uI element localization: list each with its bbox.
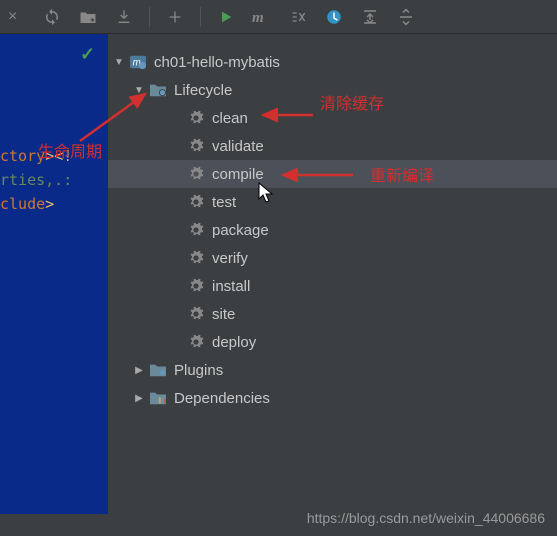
- tree-lifecycle[interactable]: ▼ Lifecycle: [108, 76, 557, 104]
- code-text: <!: [54, 147, 72, 165]
- m-icon[interactable]: m: [251, 6, 273, 28]
- goal-label: clean: [212, 110, 248, 127]
- goal-clean[interactable]: clean: [108, 104, 557, 132]
- code-text: rties,.:: [0, 171, 72, 189]
- gear-icon: [186, 306, 206, 322]
- chevron-down-icon[interactable]: ▼: [112, 57, 126, 68]
- download-icon[interactable]: [113, 6, 135, 28]
- chevron-right-icon[interactable]: ▶: [132, 393, 146, 404]
- goal-test[interactable]: test: [108, 188, 557, 216]
- maven-panel: ▼ m ch01-hello-mybatis ▼ Lifecycle clean…: [108, 34, 557, 536]
- gear-icon: [186, 110, 206, 126]
- goal-label: verify: [212, 250, 248, 267]
- collapse-icon[interactable]: [359, 6, 381, 28]
- tree-label: Dependencies: [174, 390, 270, 407]
- refresh-icon[interactable]: [41, 6, 63, 28]
- goal-package[interactable]: package: [108, 216, 557, 244]
- goal-install[interactable]: install: [108, 272, 557, 300]
- svg-text:m: m: [252, 10, 264, 25]
- offline-icon[interactable]: [323, 6, 345, 28]
- gear-icon: [186, 278, 206, 294]
- gear-icon: [186, 138, 206, 154]
- goal-label: install: [212, 278, 250, 295]
- goal-verify[interactable]: verify: [108, 244, 557, 272]
- maven-module-icon: m: [128, 54, 148, 70]
- goal-label: site: [212, 306, 235, 323]
- tree-label: Plugins: [174, 362, 223, 379]
- tree-plugins[interactable]: ▶ Plugins: [108, 356, 557, 384]
- tree-label: ch01-hello-mybatis: [154, 54, 280, 71]
- goal-label: package: [212, 222, 269, 239]
- code-text: ctory: [0, 147, 45, 165]
- gear-icon: [186, 222, 206, 238]
- goal-deploy[interactable]: deploy: [108, 328, 557, 356]
- skip-tests-icon[interactable]: [287, 6, 309, 28]
- editor-fragment: ctory><! rties,.: clude>: [0, 34, 108, 514]
- add-icon[interactable]: [164, 6, 186, 28]
- gear-icon: [186, 334, 206, 350]
- folder-gear-icon[interactable]: [77, 6, 99, 28]
- tree-root[interactable]: ▼ m ch01-hello-mybatis: [108, 48, 557, 76]
- goal-label: deploy: [212, 334, 256, 351]
- gear-icon: [186, 250, 206, 266]
- close-icon[interactable]: ×: [8, 8, 17, 26]
- maven-tree: ▼ m ch01-hello-mybatis ▼ Lifecycle clean…: [108, 48, 557, 412]
- maven-toolbar: × m: [0, 0, 557, 34]
- gear-icon: [186, 166, 206, 182]
- watermark: https://blog.csdn.net/weixin_44006686: [307, 510, 545, 526]
- code-text: >: [45, 195, 54, 213]
- folder-gear-icon: [148, 362, 168, 378]
- folder-gear-icon: [148, 82, 168, 98]
- run-icon[interactable]: [215, 6, 237, 28]
- goal-validate[interactable]: validate: [108, 132, 557, 160]
- goal-label: validate: [212, 138, 264, 155]
- code-text: clude: [0, 195, 45, 213]
- separator: [149, 7, 150, 27]
- code-text: >: [45, 147, 54, 165]
- folder-lib-icon: [148, 390, 168, 406]
- chevron-down-icon[interactable]: ▼: [132, 85, 146, 96]
- goal-site[interactable]: site: [108, 300, 557, 328]
- goal-compile[interactable]: compile: [108, 160, 557, 188]
- gear-icon: [186, 194, 206, 210]
- chevron-right-icon[interactable]: ▶: [132, 365, 146, 376]
- expand-icon[interactable]: [395, 6, 417, 28]
- tree-dependencies[interactable]: ▶ Dependencies: [108, 384, 557, 412]
- tree-label: Lifecycle: [174, 82, 232, 99]
- goal-label: compile: [212, 166, 264, 183]
- checkmark-icon: ✓: [80, 44, 95, 65]
- goal-label: test: [212, 194, 236, 211]
- separator: [200, 7, 201, 27]
